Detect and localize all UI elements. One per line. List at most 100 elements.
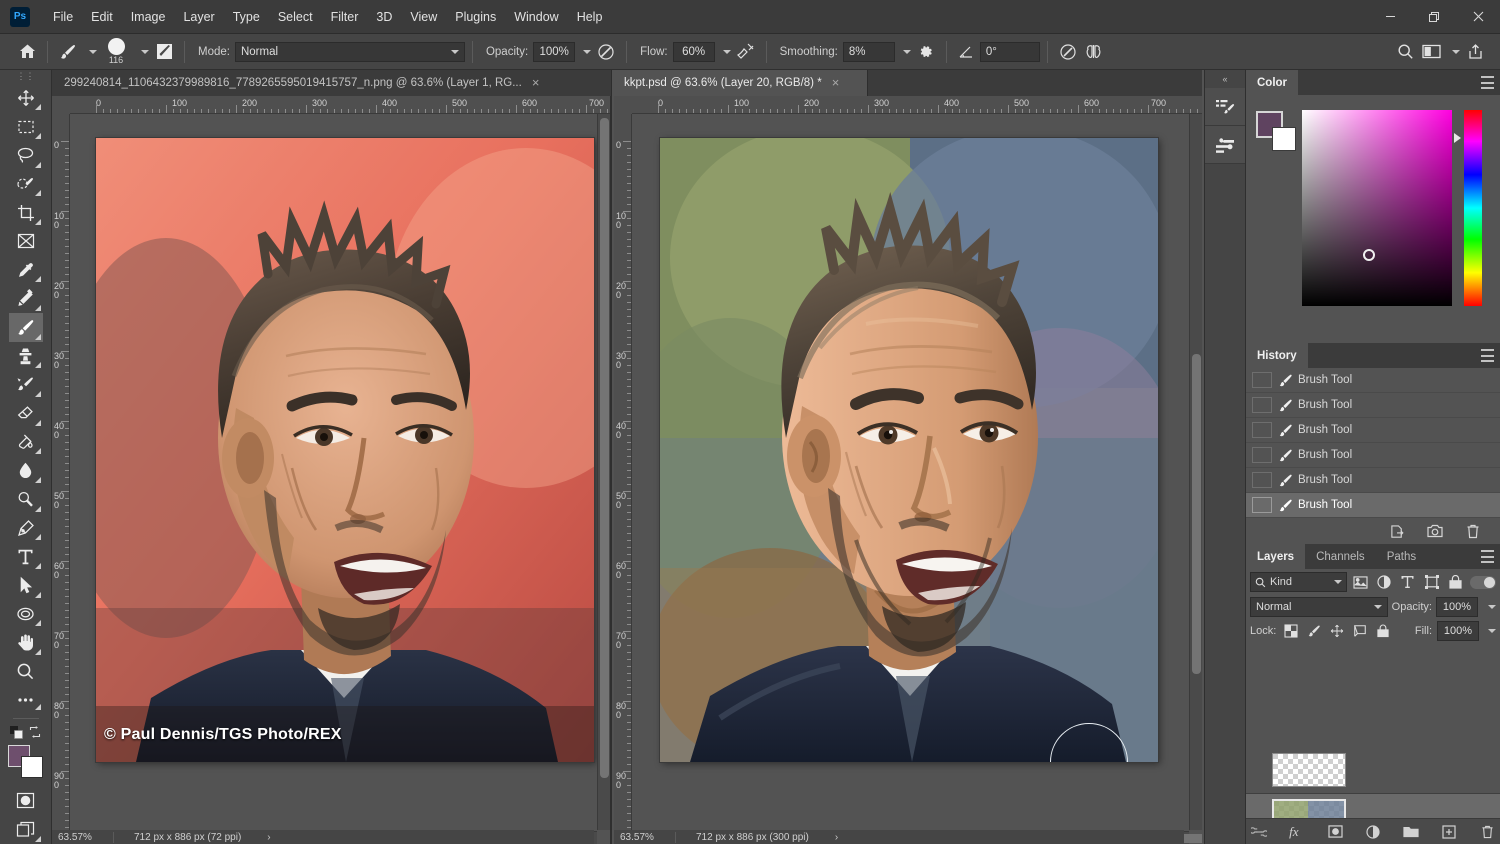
collapse-panels-icon[interactable]: « (1205, 70, 1245, 88)
brush-angle-icon[interactable] (954, 39, 980, 65)
history-state-row[interactable]: Brush Tool (1246, 418, 1500, 443)
workspace-switcher-icon[interactable] (1418, 39, 1444, 65)
smoothing-options-gear-icon[interactable] (913, 39, 939, 65)
history-snapshot-box[interactable] (1252, 472, 1272, 488)
layer-fill-value[interactable]: 100% (1437, 621, 1479, 641)
history-snapshot-box[interactable] (1252, 447, 1272, 463)
document-tab-psd[interactable]: kkpt.psd @ 63.6% (Layer 20, RGB/8) * × (612, 70, 868, 96)
lasso-tool[interactable] (9, 141, 43, 170)
layer-filter-toggle[interactable] (1470, 575, 1496, 589)
history-state-row[interactable]: Brush Tool (1246, 468, 1500, 493)
history-state-row[interactable]: Brush Tool (1246, 393, 1500, 418)
layer-blend-mode-select[interactable]: Normal (1250, 597, 1388, 617)
brush-angle-input[interactable]: 0° (979, 41, 1040, 62)
opacity-dropdown[interactable] (575, 42, 593, 62)
artboard-left-photo[interactable]: © Paul Dennis/TGS Photo/REX (96, 138, 594, 762)
smoothing-dropdown[interactable] (895, 42, 913, 62)
layer-thumbnail-transparent[interactable] (1272, 752, 1346, 787)
history-brush-tool[interactable] (9, 370, 43, 399)
crop-tool[interactable] (9, 198, 43, 227)
create-new-snapshot-icon[interactable] (1426, 522, 1444, 540)
smoothing-input[interactable]: 8% (842, 41, 895, 62)
smart-object-filter-icon[interactable] (1444, 572, 1466, 592)
edit-toolbar-more-tool[interactable] (9, 686, 43, 715)
add-layer-mask-icon[interactable] (1326, 823, 1344, 841)
pressure-controls-opacity-icon[interactable] (593, 39, 619, 65)
default-foreground-background-icon[interactable] (10, 725, 23, 739)
lock-image-pixels-icon[interactable] (1304, 621, 1324, 641)
blend-mode-select[interactable]: Normal (234, 41, 465, 62)
brush-size-dropdown[interactable] (133, 42, 151, 62)
lock-artboard-nesting-icon[interactable] (1350, 621, 1370, 641)
object-selection-tool[interactable] (9, 170, 43, 199)
minimize-button[interactable] (1368, 0, 1412, 34)
menu-window[interactable]: Window (505, 0, 567, 34)
menu-image[interactable]: Image (122, 0, 175, 34)
artboard-right-painting[interactable] (660, 138, 1158, 762)
brush-size-preview[interactable]: 116 (99, 38, 133, 65)
zoom-tool[interactable] (9, 657, 43, 686)
blur-tool[interactable] (9, 456, 43, 485)
swap-foreground-background-icon[interactable] (29, 726, 41, 739)
flow-input[interactable]: 60% (672, 41, 715, 62)
rectangular-marquee-tool[interactable] (9, 112, 43, 141)
restore-button[interactable] (1412, 0, 1456, 34)
shape-layer-filter-icon[interactable] (1421, 572, 1443, 592)
lock-transparent-pixels-icon[interactable] (1281, 621, 1301, 641)
brush-tool[interactable] (8, 313, 43, 342)
opacity-input[interactable]: 100% (533, 41, 576, 62)
status-expand-arrow-right[interactable]: › (835, 832, 838, 843)
menu-edit[interactable]: Edit (82, 0, 122, 34)
zoom-level-right[interactable]: 63.57% (614, 831, 676, 843)
layer-row-layer-20[interactable]: Layer 20 (1246, 794, 1500, 818)
flow-dropdown[interactable] (715, 42, 733, 62)
color-picker-field[interactable] (1302, 110, 1452, 306)
history-snapshot-box[interactable] (1252, 422, 1272, 438)
lock-all-icon[interactable] (1373, 621, 1393, 641)
tab-paths[interactable]: Paths (1375, 544, 1428, 569)
brush-settings-icon[interactable] (1205, 88, 1245, 126)
adjustment-layer-filter-icon[interactable] (1373, 572, 1395, 592)
color-swatches[interactable] (7, 745, 45, 779)
zoom-level-left[interactable]: 63.57% (52, 831, 114, 843)
background-color-swatch[interactable] (20, 756, 43, 779)
history-state-row[interactable]: Brush Tool (1246, 368, 1500, 393)
color-panel-background-swatch[interactable] (1272, 127, 1296, 151)
airbrush-icon[interactable] (733, 39, 759, 65)
vertical-ruler-left[interactable]: 0 100 200 300 400 500 600 700 800 900 (52, 114, 70, 844)
symmetry-butterfly-icon[interactable] (1081, 39, 1107, 65)
home-icon[interactable] (14, 39, 40, 65)
hue-slider[interactable] (1464, 110, 1482, 306)
brush-preset-icon[interactable] (55, 39, 81, 65)
eraser-tool[interactable] (9, 399, 43, 428)
history-snapshot-box[interactable] (1252, 497, 1272, 513)
type-layer-filter-icon[interactable] (1397, 572, 1419, 592)
quick-mask-mode-icon[interactable] (9, 787, 43, 816)
color-panel-swatches[interactable] (1256, 111, 1300, 151)
history-snapshot-box[interactable] (1252, 372, 1272, 388)
horizontal-ruler-left[interactable]: 0 100 200 300 400 500 600 700 (52, 96, 610, 114)
new-group-icon[interactable] (1402, 823, 1420, 841)
canvas-area-right[interactable] (632, 114, 1202, 844)
brush-settings-panel-icon[interactable] (151, 39, 177, 65)
spot-healing-brush-tool[interactable] (9, 284, 43, 313)
status-expand-arrow-left[interactable]: › (267, 832, 270, 843)
link-layers-icon[interactable] (1250, 823, 1268, 841)
panel-menu-icon[interactable] (1481, 550, 1494, 563)
delete-layer-icon[interactable] (1478, 823, 1496, 841)
vertical-scrollbar-left[interactable] (597, 114, 610, 830)
layer-thumbnail-artwork[interactable] (1272, 798, 1346, 818)
workspace-dropdown[interactable] (1444, 42, 1462, 62)
document-tab-png-close[interactable]: × (532, 76, 540, 89)
tab-layers[interactable]: Layers (1246, 544, 1306, 569)
search-icon[interactable] (1392, 39, 1418, 65)
menu-help[interactable]: Help (568, 0, 612, 34)
menu-file[interactable]: File (44, 0, 82, 34)
new-layer-icon[interactable] (1440, 823, 1458, 841)
menu-layer[interactable]: Layer (174, 0, 223, 34)
vertical-scrollbar-right[interactable] (1189, 114, 1202, 830)
document-tab-png[interactable]: 299240814_1106432379989816_7789265595019… (52, 70, 612, 96)
menu-filter[interactable]: Filter (322, 0, 368, 34)
lock-position-icon[interactable] (1327, 621, 1347, 641)
panel-menu-icon[interactable] (1481, 349, 1494, 362)
